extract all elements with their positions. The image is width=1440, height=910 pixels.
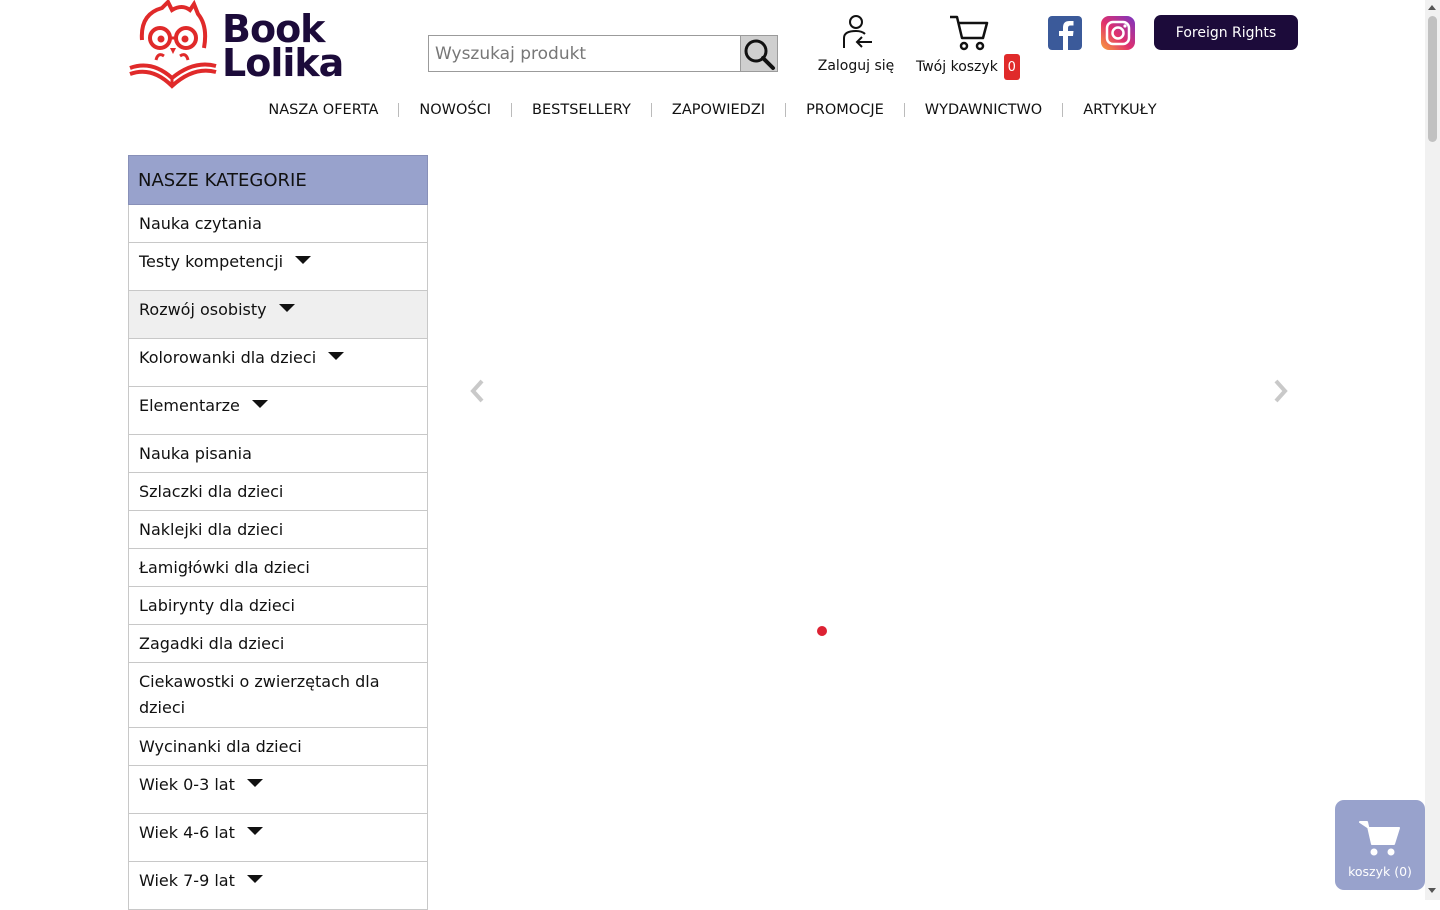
chevron-left-icon <box>470 379 484 403</box>
cart-icon <box>950 15 989 51</box>
category-label: Nauka pisania <box>139 444 252 463</box>
category-item[interactable]: Szlaczki dla dzieci <box>128 473 428 511</box>
category-item[interactable]: Wiek 0-3 lat <box>128 766 428 814</box>
category-item[interactable]: Ciekawostki o zwierzętach dla dzieci <box>128 663 428 728</box>
banner-slider <box>450 155 1300 655</box>
category-item[interactable]: Kolorowanki dla dzieci <box>128 339 428 387</box>
category-label: Testy kompetencji <box>139 252 284 271</box>
header-cart[interactable]: Twój koszyk 0 <box>916 14 1028 80</box>
nav-separator <box>398 103 400 117</box>
category-item[interactable]: Labirynty dla dzieci <box>128 587 428 625</box>
caret-down-icon[interactable] <box>278 304 295 312</box>
nav-separator <box>785 103 787 117</box>
logo-text-bottom: Lolika <box>222 41 343 85</box>
floating-cart-label: koszyk (0) <box>1348 864 1412 879</box>
user-login-icon <box>843 15 872 48</box>
scroll-up-arrow-icon[interactable] <box>1428 5 1436 10</box>
slider-prev-button[interactable] <box>468 376 488 406</box>
slider-next-button[interactable] <box>1270 376 1290 406</box>
caret-down-icon[interactable] <box>251 400 268 408</box>
category-label: Szlaczki dla dzieci <box>139 482 284 501</box>
category-item[interactable]: Łamigłówki dla dzieci <box>128 549 428 587</box>
facebook-link[interactable] <box>1048 16 1082 50</box>
category-item[interactable]: Wiek 4-6 lat <box>128 814 428 862</box>
category-label: Wycinanki dla dzieci <box>139 737 302 756</box>
nav-separator <box>903 103 905 117</box>
search-input[interactable] <box>428 35 740 72</box>
scrollbar-thumb[interactable] <box>1428 16 1437 142</box>
nav-separator <box>650 103 652 117</box>
main-nav: NASZA OFERTA NOWOŚCI BESTSELLERY ZAPOWIE… <box>0 100 1425 120</box>
floating-cart-button[interactable]: koszyk (0) <box>1335 800 1425 890</box>
category-label: Łamigłówki dla dzieci <box>139 558 310 577</box>
slider-dot[interactable] <box>817 626 827 636</box>
category-label: Zagadki dla dzieci <box>139 634 285 653</box>
category-label: Wiek 0-3 lat <box>139 775 235 794</box>
cart-label: Twój koszyk <box>916 59 998 75</box>
category-item[interactable]: Wycinanki dla dzieci <box>128 728 428 766</box>
nav-nasza-oferta[interactable]: NASZA OFERTA <box>268 100 378 120</box>
category-sidebar: NASZE KATEGORIE Nauka czytania Testy kom… <box>128 155 428 910</box>
category-label: Rozwój osobisty <box>139 300 267 319</box>
category-item[interactable]: Naklejki dla dzieci <box>128 511 428 549</box>
category-label: Nauka czytania <box>139 214 262 233</box>
category-label: Labirynty dla dzieci <box>139 596 295 615</box>
category-label: Wiek 4-6 lat <box>139 823 235 842</box>
nav-wydawnictwo[interactable]: WYDAWNICTWO <box>925 100 1042 120</box>
nav-zapowiedzi[interactable]: ZAPOWIEDZI <box>672 100 765 120</box>
category-item[interactable]: Elementarze <box>128 387 428 435</box>
nav-promocje[interactable]: PROMOCJE <box>806 100 884 120</box>
page-scrollbar[interactable] <box>1425 0 1440 900</box>
search-icon <box>744 39 775 70</box>
search-bar <box>428 35 778 72</box>
category-item[interactable]: Rozwój osobisty <box>128 291 428 339</box>
login-link[interactable]: Zaloguj się <box>812 14 900 74</box>
category-label: Wiek 7-9 lat <box>139 871 235 890</box>
nav-separator <box>1062 103 1064 117</box>
nav-artykuly[interactable]: ARTYKUŁY <box>1083 100 1156 120</box>
category-label: Elementarze <box>139 396 240 415</box>
instagram-icon <box>1101 16 1135 50</box>
category-item[interactable]: Testy kompetencji <box>128 243 428 291</box>
facebook-icon <box>1048 16 1082 50</box>
category-item[interactable]: Nauka pisania <box>128 435 428 473</box>
search-button[interactable] <box>740 35 778 72</box>
instagram-link[interactable] <box>1101 16 1135 50</box>
foreign-rights-button[interactable]: Foreign Rights <box>1154 15 1298 50</box>
caret-down-icon[interactable] <box>295 256 312 264</box>
category-item[interactable]: Nauka czytania <box>128 205 428 243</box>
owl-book-logo-icon: Book Lolika <box>129 0 344 89</box>
caret-down-icon[interactable] <box>246 779 263 787</box>
caret-down-icon[interactable] <box>246 875 263 883</box>
caret-down-icon[interactable] <box>246 827 263 835</box>
site-logo[interactable]: Book Lolika <box>128 0 350 92</box>
chevron-right-icon <box>1274 379 1288 403</box>
nav-bestsellery[interactable]: BESTSELLERY <box>532 100 631 120</box>
sidebar-title: NASZE KATEGORIE <box>128 155 428 205</box>
category-item[interactable]: Zagadki dla dzieci <box>128 625 428 663</box>
category-label: Kolorowanki dla dzieci <box>139 348 317 367</box>
category-label: Ciekawostki o zwierzętach dla dzieci <box>139 672 380 717</box>
nav-nowosci[interactable]: NOWOŚCI <box>419 100 491 120</box>
cart-icon <box>1359 821 1400 856</box>
scroll-down-arrow-icon[interactable] <box>1428 888 1436 893</box>
category-item[interactable]: Wiek 7-9 lat <box>128 862 428 910</box>
login-label: Zaloguj się <box>817 58 895 74</box>
nav-separator <box>511 103 513 117</box>
cart-count-badge: 0 <box>1003 54 1020 80</box>
category-label: Naklejki dla dzieci <box>139 520 284 539</box>
caret-down-icon[interactable] <box>328 352 345 360</box>
